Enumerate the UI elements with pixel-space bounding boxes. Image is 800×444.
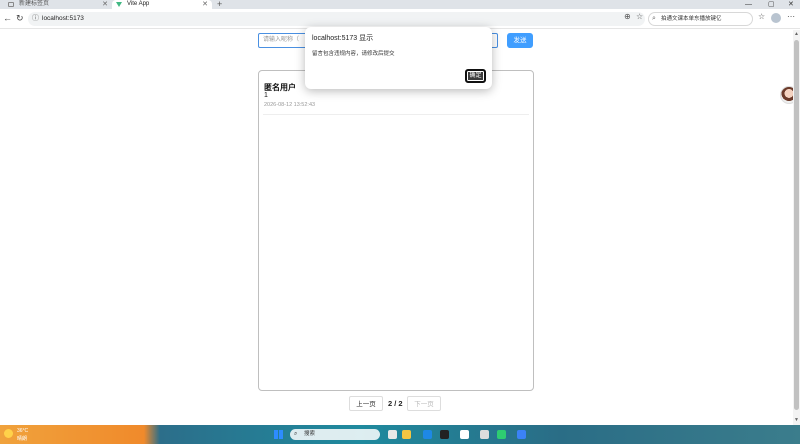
weather-sun-icon[interactable] <box>4 429 13 438</box>
new-tab-icon[interactable]: + <box>217 0 222 9</box>
page-icon <box>8 2 14 7</box>
message-time: 2026-08-12 13:52:43 <box>264 102 316 108</box>
input-placeholder: 请输入昵称（ <box>263 37 300 43</box>
search-text: 拍通文课本单东播放键亿 <box>661 16 722 22</box>
page-indicator: 2 / 2 <box>388 399 403 408</box>
weather-temp: 36°C <box>17 428 29 434</box>
scroll-up-icon[interactable]: ▲ <box>794 31 799 37</box>
dialog-message: 留言包含违规内容，请修改后提交 <box>312 51 395 57</box>
scrollbar[interactable]: ▲ ▼ <box>793 30 800 425</box>
reload-icon[interactable]: ↻ <box>16 13 24 24</box>
dialog-title: localhost:5173 显示 <box>312 35 374 42</box>
favorites-icon[interactable]: ☆ <box>758 12 765 21</box>
divider <box>263 114 529 115</box>
file-explorer-icon[interactable] <box>402 430 411 439</box>
site-info-icon[interactable]: ⓘ <box>32 12 39 26</box>
next-page-button[interactable]: 下一页 <box>407 396 441 411</box>
taskbar-search[interactable]: ⌕ 搜索 <box>290 429 380 440</box>
prev-page-button[interactable]: 上一页 <box>349 396 383 411</box>
search-icon: ⌕ <box>652 15 656 22</box>
task-view-icon[interactable] <box>388 430 397 439</box>
more-menu-icon[interactable]: ⋯ <box>787 12 795 21</box>
edge-icon[interactable] <box>423 430 432 439</box>
tab-title: Vite App <box>127 1 150 7</box>
scroll-down-icon[interactable]: ▼ <box>794 417 799 423</box>
back-icon[interactable]: ← <box>3 13 12 23</box>
tab-title: 新建标签页 <box>19 1 50 7</box>
bookmark-star-icon[interactable]: ☆ <box>636 12 643 21</box>
taskbar-search-label: 搜索 <box>304 431 316 437</box>
weather-desc: 晴朗 <box>17 436 28 442</box>
search-icon: ⌕ <box>294 431 298 437</box>
taskbar: 36°C 晴朗 ⌕ 搜索 <box>0 425 800 444</box>
scroll-thumb[interactable] <box>794 40 799 410</box>
search-box[interactable]: ⌕ 拍通文课本单东播放键亿 <box>648 12 753 26</box>
close-tab-icon[interactable]: ✕ <box>202 0 208 9</box>
message-list: 匿名用户 1 2026-08-12 13:52:43 <box>258 70 534 391</box>
qq-icon[interactable] <box>460 430 469 439</box>
close-window-icon[interactable]: ✕ <box>788 0 794 9</box>
close-tab-icon[interactable]: ✕ <box>102 0 108 9</box>
send-button[interactable]: 发送 <box>507 33 533 48</box>
maximize-icon[interactable]: ▢ <box>768 0 775 9</box>
address-bar[interactable]: ⓘ localhost:5173 <box>28 12 645 26</box>
tab-vite-app[interactable]: Vite App ✕ <box>112 0 212 9</box>
alert-dialog: localhost:5173 显示 留言包含违规内容，请修改后提交 确定 <box>305 27 492 89</box>
start-icon[interactable] <box>274 430 283 439</box>
wechat-icon[interactable] <box>497 430 506 439</box>
tiktok-icon[interactable] <box>440 430 449 439</box>
zoom-icon[interactable]: ⊕ <box>624 12 631 21</box>
vite-logo-icon <box>116 2 122 7</box>
app-icon[interactable] <box>480 430 489 439</box>
vscode-icon[interactable] <box>517 430 526 439</box>
minimize-icon[interactable]: — <box>745 0 752 9</box>
tab-strip: 新建标签页 ✕ Vite App ✕ + — ▢ ✕ <box>0 0 800 9</box>
address-text: localhost:5173 <box>42 15 84 22</box>
profile-avatar[interactable] <box>771 13 781 23</box>
message-text: 1 <box>264 92 268 99</box>
tab-new-tab[interactable]: 新建标签页 ✕ <box>4 0 112 9</box>
message-user: 匿名用户 <box>264 83 296 92</box>
dialog-ok-button[interactable]: 确定 <box>465 69 486 83</box>
